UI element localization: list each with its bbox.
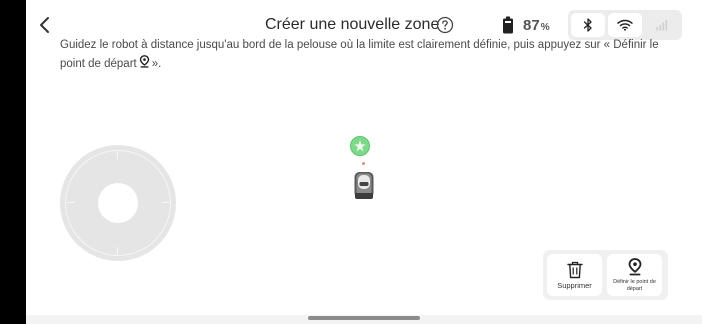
bluetooth-button[interactable] bbox=[571, 13, 605, 37]
back-button[interactable] bbox=[34, 14, 54, 36]
action-panel: Supprimer Définir le point de départ bbox=[543, 250, 668, 300]
wifi-icon bbox=[617, 19, 633, 31]
battery-percentage: 87 bbox=[523, 16, 540, 34]
trash-icon bbox=[566, 261, 583, 278]
battery-unit: % bbox=[540, 21, 550, 33]
set-start-point-button[interactable]: Définir le point de départ bbox=[607, 254, 662, 296]
cellular-button[interactable] bbox=[645, 13, 679, 37]
joystick[interactable] bbox=[60, 145, 176, 261]
page-title: Créer une nouvelle zone bbox=[265, 16, 440, 33]
joystick-tick-left bbox=[67, 202, 74, 203]
robot-mower-icon bbox=[354, 172, 374, 199]
joystick-tick-down bbox=[117, 247, 118, 254]
app-screen: Créer une nouvelle zone 87 % Guidez le r… bbox=[26, 0, 702, 324]
cellular-signal-icon bbox=[656, 20, 668, 31]
direction-indicator bbox=[362, 162, 365, 165]
set-start-point-label: Définir le point de départ bbox=[613, 279, 656, 292]
instruction-text-main: Guidez le robot à distance jusqu'au bord… bbox=[60, 39, 659, 70]
location-pin-icon bbox=[628, 258, 641, 276]
battery-icon bbox=[503, 16, 513, 34]
delete-button[interactable]: Supprimer bbox=[547, 254, 602, 296]
wifi-button[interactable] bbox=[608, 13, 642, 37]
bluetooth-icon bbox=[583, 18, 592, 32]
question-mark-icon[interactable] bbox=[436, 16, 454, 34]
start-point-marker bbox=[350, 136, 370, 156]
instruction-text: Guidez le robot à distance jusqu'au bord… bbox=[60, 36, 660, 74]
home-indicator[interactable] bbox=[308, 316, 420, 320]
delete-label: Supprimer bbox=[557, 280, 592, 290]
battery-status: 87 % bbox=[502, 16, 550, 34]
location-pin-icon bbox=[139, 55, 149, 68]
joystick-knob[interactable] bbox=[98, 183, 138, 223]
back-arrow-icon bbox=[40, 17, 49, 33]
instruction-text-end: ». bbox=[151, 58, 162, 70]
joystick-tick-right bbox=[162, 202, 169, 203]
joystick-tick-up bbox=[117, 152, 118, 159]
